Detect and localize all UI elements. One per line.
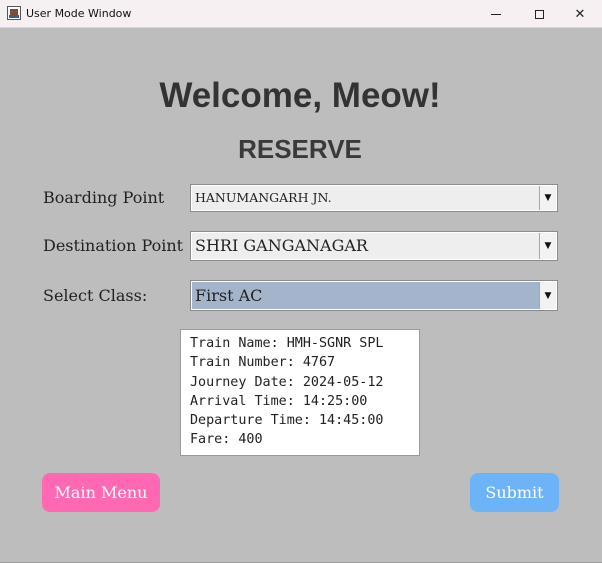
select-class-dropdown[interactable]: First AC ▼ [190,280,558,311]
select-class-value: First AC [195,286,263,305]
reserve-heading: RESERVE [238,134,362,164]
boarding-point-value: HANUMANGARH JN. [195,190,332,205]
train-name-line: Train Name: HMH-SGNR SPL [190,336,384,351]
destination-point-value: SHRI GANGANAGAR [195,236,368,255]
journey-date-line: Journey Date: 2024-05-12 [190,374,384,390]
title-bar: User Mode Window ✕ [0,0,602,28]
train-info-box: Train Name: HMH-SGNR SPL Train Number: 4… [180,329,420,456]
window-title: User Mode Window [26,7,132,20]
app-icon [7,6,21,20]
train-number-line: Train Number: 4767 [190,355,336,371]
minimize-icon [491,13,501,15]
select-class-label: Select Class: [43,286,148,305]
submit-button[interactable]: Submit [470,473,559,512]
arrival-time-line: Arrival Time: 14:25:00 [190,393,368,409]
maximize-button[interactable] [517,0,561,28]
destination-point-dropdown[interactable]: SHRI GANGANAGAR ▼ [190,231,558,261]
destination-point-label: Destination Point [43,236,184,255]
close-button[interactable]: ✕ [558,0,602,28]
chevron-down-icon[interactable]: ▼ [539,186,556,210]
chevron-down-icon[interactable]: ▼ [539,233,556,259]
welcome-heading: Welcome, Meow! [159,76,441,115]
main-menu-button[interactable]: Main Menu [42,473,160,512]
maximize-icon [534,9,544,19]
fare-line: Fare: 400 [190,432,263,448]
chevron-down-icon[interactable]: ▼ [539,282,556,309]
boarding-point-dropdown[interactable]: HANUMANGARH JN. ▼ [190,184,558,212]
minimize-button[interactable] [474,0,518,28]
close-icon: ✕ [574,6,586,22]
boarding-point-label: Boarding Point [43,188,165,207]
departure-time-line: Departure Time: 14:45:00 [190,413,384,429]
